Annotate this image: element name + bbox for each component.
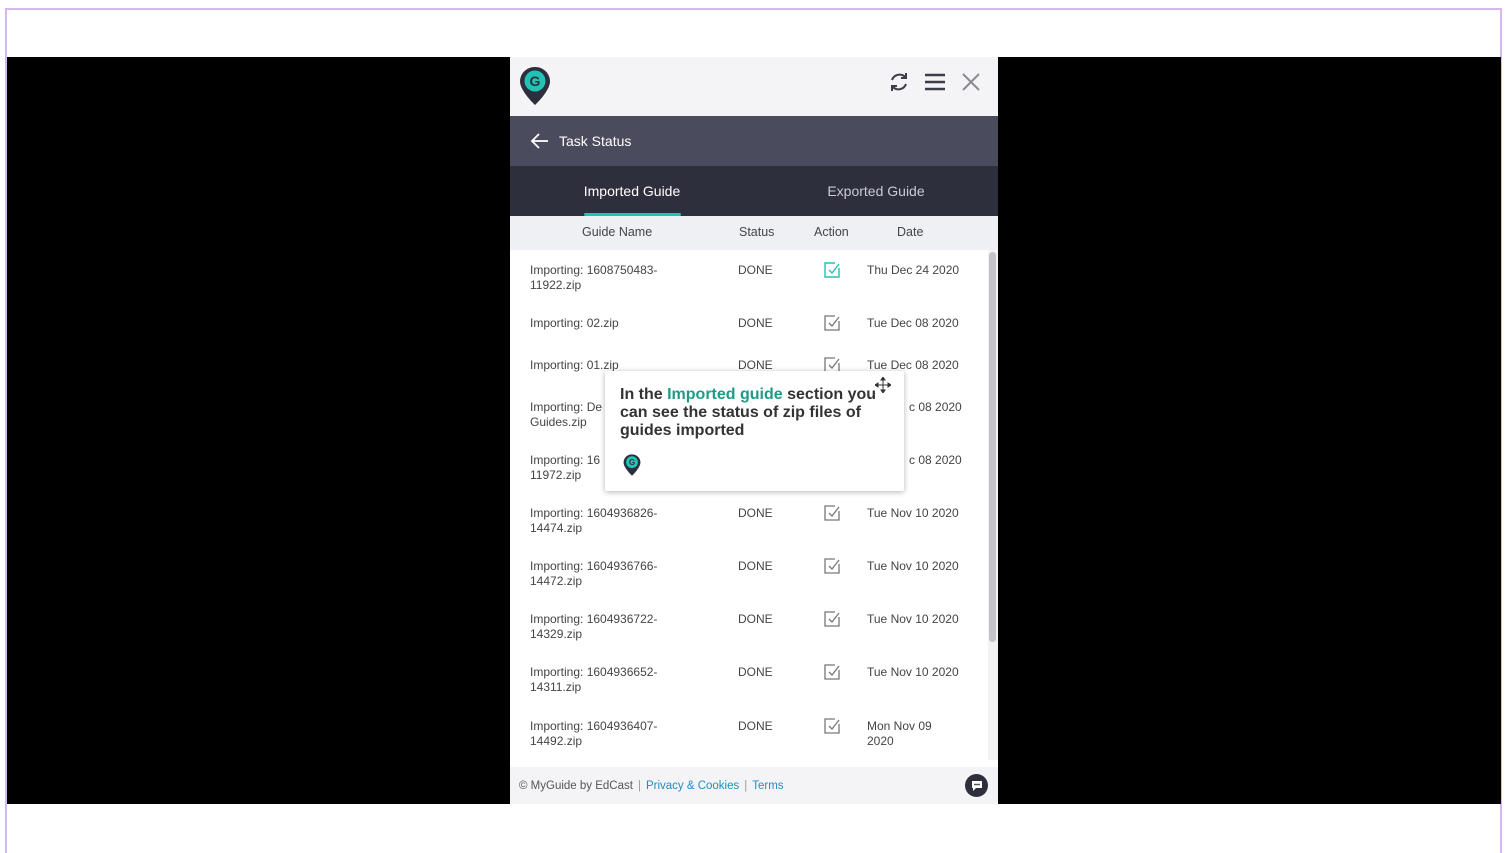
status-text: DONE bbox=[738, 665, 773, 679]
chat-icon[interactable] bbox=[965, 774, 988, 797]
tab-imported-guide[interactable]: Imported Guide bbox=[510, 166, 754, 216]
copyright-text: © MyGuide by EdCast bbox=[519, 779, 633, 792]
refresh-icon[interactable] bbox=[886, 69, 912, 95]
table-header: Guide Name Status Action Date bbox=[510, 216, 998, 250]
status-text: DONE bbox=[738, 559, 773, 573]
date-text: Tue Nov 10 2020 bbox=[867, 559, 959, 573]
date-text: Thu Dec 24 2020 bbox=[867, 263, 960, 277]
footer-separator: | bbox=[744, 779, 748, 792]
panel-header: G bbox=[510, 57, 998, 116]
guide-name: Importing: 02.zip bbox=[530, 316, 619, 330]
page-title: Task Status bbox=[559, 133, 632, 149]
move-icon[interactable] bbox=[875, 377, 891, 393]
guide-tooltip: In the Imported guide section you can se… bbox=[605, 371, 904, 491]
date-text: c 08 2020 bbox=[909, 453, 962, 467]
panel-footer: © MyGuide by EdCast | Privacy & Cookies … bbox=[510, 767, 998, 804]
check-action-icon[interactable] bbox=[823, 663, 841, 681]
guide-name: Importing: 1604936652-14311.zip bbox=[530, 665, 658, 694]
column-date: Date bbox=[897, 225, 924, 239]
tab-exported-guide[interactable]: Exported Guide bbox=[754, 166, 998, 216]
date-text: Tue Dec 08 2020 bbox=[867, 316, 959, 330]
tab-label: Imported Guide bbox=[583, 183, 681, 199]
tooltip-text: In the Imported guide section you can se… bbox=[620, 386, 880, 440]
tooltip-highlight: Imported guide bbox=[667, 386, 783, 403]
menu-icon[interactable] bbox=[922, 69, 948, 95]
guide-name-line1: Importing: De bbox=[530, 400, 603, 414]
myguide-logo-icon: G bbox=[520, 67, 550, 105]
title-bar: Task Status bbox=[510, 116, 998, 166]
check-action-icon[interactable] bbox=[823, 314, 841, 332]
myguide-logo-icon: G bbox=[623, 454, 641, 476]
guide-name: Importing: 1604936722-14329.zip bbox=[530, 612, 658, 641]
scrollbar-thumb[interactable] bbox=[989, 252, 996, 642]
tab-label: Exported Guide bbox=[827, 183, 925, 199]
status-text: DONE bbox=[738, 263, 773, 277]
guide-name: Importing: 1604936766-14472.zip bbox=[530, 559, 658, 588]
status-text: DONE bbox=[738, 719, 773, 733]
check-action-icon[interactable] bbox=[823, 504, 841, 522]
date-text: Tue Nov 10 2020 bbox=[867, 612, 959, 626]
guide-name-line1: Importing: 16 bbox=[530, 453, 601, 467]
check-action-icon[interactable] bbox=[823, 717, 841, 735]
tab-bar: Imported Guide Exported Guide bbox=[510, 166, 998, 216]
guide-name-line2: 11972.zip bbox=[530, 468, 582, 482]
logo-letter: G bbox=[530, 73, 541, 89]
check-action-icon[interactable] bbox=[823, 261, 841, 279]
guide-name: Importing: 1608750483-11922.zip bbox=[530, 263, 658, 292]
date-text: c 08 2020 bbox=[909, 400, 962, 414]
date-text: Tue Nov 10 2020 bbox=[867, 665, 959, 679]
logo-letter: G bbox=[629, 458, 635, 467]
guide-name-line2: Guides.zip bbox=[530, 415, 587, 429]
guide-name: Importing: 1604936407-14492.zip bbox=[530, 719, 658, 748]
check-action-icon[interactable] bbox=[823, 557, 841, 575]
date-text: Mon Nov 09 2020 bbox=[867, 719, 932, 748]
privacy-link[interactable]: Privacy & Cookies bbox=[646, 780, 739, 792]
terms-link[interactable]: Terms bbox=[752, 780, 783, 792]
close-icon[interactable] bbox=[958, 69, 984, 95]
status-text: DONE bbox=[738, 506, 773, 520]
status-text: DONE bbox=[738, 612, 773, 626]
status-text: DONE bbox=[738, 316, 773, 330]
date-text: Tue Nov 10 2020 bbox=[867, 506, 959, 520]
check-action-icon[interactable] bbox=[823, 610, 841, 628]
column-guide-name: Guide Name bbox=[582, 225, 653, 239]
back-arrow-icon[interactable] bbox=[530, 130, 552, 152]
column-action: Action bbox=[814, 225, 849, 239]
footer-separator: | bbox=[637, 779, 641, 792]
column-status: Status bbox=[739, 225, 775, 239]
guide-name: Importing: 1604936826-14474.zip bbox=[530, 506, 658, 535]
tooltip-prefix: In the bbox=[620, 386, 668, 403]
